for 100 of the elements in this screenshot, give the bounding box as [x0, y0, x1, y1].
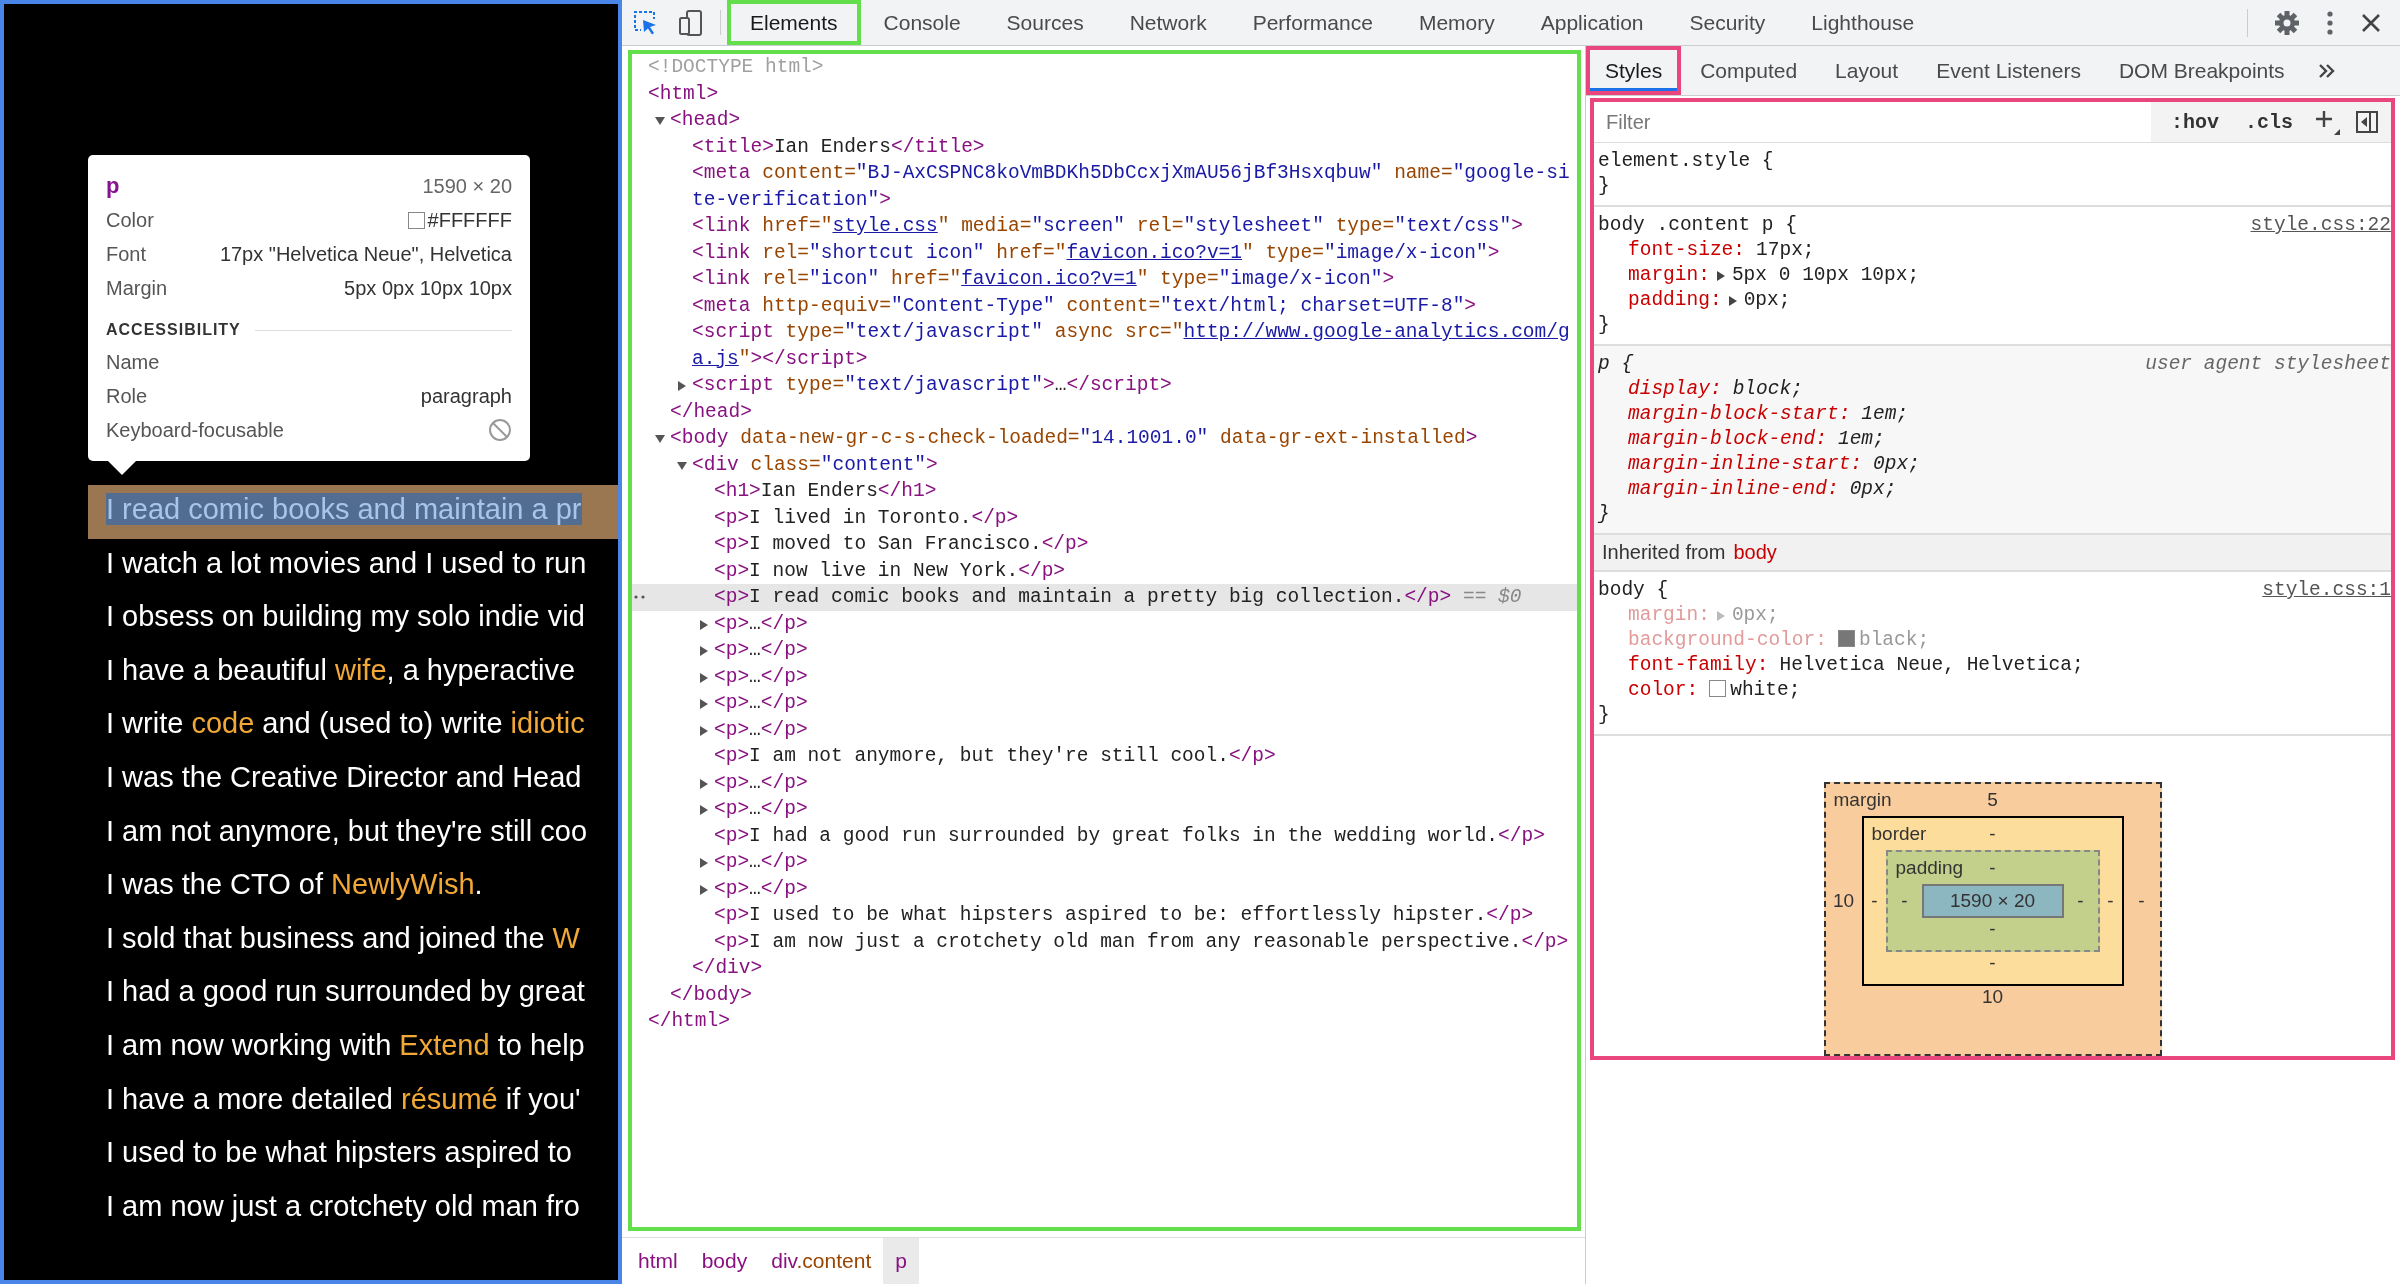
link[interactable]: W [552, 921, 580, 954]
panel-tab[interactable]: Elements [727, 0, 861, 45]
link[interactable]: résumé [401, 1082, 498, 1115]
property-value[interactable]: 1em; [1837, 427, 1885, 452]
panel-tab[interactable]: Security [1666, 0, 1789, 45]
more-options-icon[interactable] [2326, 9, 2334, 36]
chevrons-icon[interactable] [2317, 62, 2336, 79]
link[interactable]: favicon.ico?v=1 [961, 268, 1137, 290]
toggle-button[interactable]: .cls [2239, 110, 2299, 134]
property-name[interactable]: margin-block-start: [1628, 402, 1851, 427]
code-line[interactable]: <meta content="BJ-AxCSPNC8koVmBDKh5DbCcxjXmAU56jBf3Hsxqbuw" name="google-site-verification"> [692, 160, 1575, 213]
code-line[interactable]: <html> [648, 80, 719, 107]
panel-tab[interactable]: Network [1106, 0, 1230, 45]
expand-arrow-icon[interactable] [698, 645, 710, 657]
code-line[interactable]: <p>I now live in New York.</p> [714, 557, 1066, 584]
property-value[interactable]: Helvetica Neue, Helvetica; [1779, 653, 2084, 678]
link[interactable]: Extend [399, 1028, 490, 1061]
breadcrumb[interactable]: p [883, 1238, 919, 1284]
property-name[interactable]: margin: [1628, 263, 1710, 288]
breadcrumb[interactable]: html [626, 1238, 690, 1284]
code-line[interactable]: <p>…</p> [714, 875, 808, 902]
sidebar-tab[interactable]: Computed [1681, 46, 1817, 95]
property-value[interactable]: white; [1709, 678, 1801, 703]
expand-arrow-icon[interactable] [676, 380, 688, 392]
dots-icon[interactable] [634, 595, 646, 599]
property-value[interactable]: block; [1732, 377, 1803, 402]
sidebar-tab[interactable]: Event Listeners [1917, 46, 2100, 95]
sidebar-tab[interactable]: Layout [1816, 46, 1918, 95]
property-name[interactable]: margin-inline-end: [1628, 477, 1839, 502]
panel-tab[interactable]: Performance [1229, 0, 1396, 45]
expand-arrow-icon[interactable] [676, 459, 688, 472]
property-value[interactable]: 17px; [1756, 238, 1815, 263]
property-name[interactable]: font-family: [1628, 653, 1769, 678]
link[interactable]: wife [334, 653, 387, 686]
property-name[interactable]: margin-inline-start: [1628, 452, 1863, 477]
panel-tab[interactable]: Application [1517, 0, 1667, 45]
link[interactable]: favicon.ico?v=1 [1066, 241, 1242, 264]
expand-arrow-icon[interactable] [654, 433, 666, 445]
code-line[interactable]: <link rel="shortcut icon" href="favicon.ico?v=1" type="image/x-icon"> [692, 239, 1500, 266]
code-line[interactable]: <meta http-equiv="Content-Type" content="text/html; charset=UTF-8"> [692, 292, 1477, 319]
sidebar-toggle-icon[interactable] [2355, 110, 2379, 134]
panel-tab[interactable]: Lighthouse [1788, 0, 1938, 45]
expand-arrow-icon[interactable] [1715, 269, 1726, 282]
property-name[interactable]: font-size: [1628, 238, 1746, 263]
code-line[interactable]: </div> [692, 955, 763, 982]
code-line[interactable]: <p>…</p> [714, 637, 808, 664]
settings-icon[interactable] [2274, 9, 2300, 36]
code-line[interactable]: <p>I am not anymore, but they're still cool.</p> [714, 743, 1276, 770]
code-line[interactable]: <p>…</p> [714, 690, 808, 717]
breadcrumb[interactable]: div.content [759, 1238, 884, 1284]
code-line[interactable]: <link rel="icon" href="favicon.ico?v=1" type="image/x-icon"> [692, 266, 1395, 293]
device-toggle-icon[interactable] [678, 8, 704, 37]
code-line[interactable]: </head> [670, 398, 752, 425]
inspect-icon[interactable] [632, 9, 658, 36]
element-link[interactable]: body [1733, 541, 1777, 564]
code-line[interactable]: <script type="text/javascript">…</script> [692, 372, 1172, 399]
link[interactable]: a.js [692, 347, 739, 370]
code-line[interactable]: <p>I had a good run surrounded by great folks in the wedding world.</p> [714, 822, 1545, 849]
code-line[interactable]: <p>I used to be what hipsters aspired to be: effortlessly hipster.</p> [714, 902, 1534, 929]
panel-tab[interactable]: Memory [1395, 0, 1518, 45]
breadcrumb[interactable]: body [689, 1238, 760, 1284]
code-line[interactable]: <h1>Ian Enders</h1> [714, 478, 937, 505]
expand-arrow-icon[interactable] [698, 857, 710, 869]
panel-tab[interactable]: Console [860, 0, 984, 45]
link[interactable]: style.css [832, 215, 938, 237]
code-line[interactable]: <p>I moved to San Francisco.</p> [714, 531, 1089, 558]
property-value[interactable]: 0px; [1873, 452, 1920, 477]
expand-arrow-icon[interactable] [698, 777, 710, 790]
sidebar-tab[interactable]: DOM Breakpoints [2099, 46, 2304, 95]
expand-arrow-icon[interactable] [698, 671, 710, 684]
code-line[interactable]: <p>…</p> [714, 663, 808, 690]
code-line[interactable]: <p>I am now just a crotchety old man from any reasonable perspective.</p> [714, 928, 1569, 955]
expand-arrow-icon[interactable] [698, 618, 710, 631]
property-name[interactable]: color: [1628, 678, 1699, 703]
code-line[interactable]: <p>…</p> [714, 716, 808, 743]
property-value[interactable]: 5px 0 10px 10px; [1731, 263, 1920, 288]
code-line[interactable]: <body data-new-gr-c-s-check-loaded="14.1001.0" data-gr-ext-installed> [670, 425, 1478, 452]
code-line[interactable]: </html> [648, 1008, 730, 1035]
code-line[interactable]: <link href="style.css" media="screen" rel="stylesheet" type="text/css"> [692, 213, 1523, 240]
expand-arrow-icon[interactable] [654, 115, 666, 127]
source-link[interactable]: style.css:22 [2250, 213, 2391, 238]
property-value[interactable]: 0px; [1849, 477, 1897, 502]
link[interactable]: idiotic [510, 707, 585, 740]
code-line[interactable]: <p>I lived in Toronto.</p> [714, 504, 1019, 531]
close-icon[interactable] [2360, 11, 2382, 34]
expand-arrow-icon[interactable] [698, 698, 710, 710]
toggle-button[interactable]: :hov [2164, 110, 2225, 134]
code-line[interactable]: <p>…</p> [714, 796, 808, 823]
link[interactable]: http://www.google-analytics.com/g [1183, 321, 1570, 343]
code-line[interactable]: <p>…</p> [714, 610, 808, 637]
code-line[interactable]: <script type="text/javascript" async src="http://www.google-analytics.com/g a.js"></script> [692, 319, 1575, 372]
property-name[interactable]: padding: [1628, 288, 1722, 313]
property-name[interactable]: display: [1628, 377, 1722, 402]
code-line[interactable]: </body> [670, 981, 752, 1008]
code-line[interactable]: <title>Ian Enders</title> [692, 133, 985, 160]
property-name[interactable]: margin-block-end: [1628, 427, 1827, 452]
code-line[interactable]: <p>…</p> [714, 769, 808, 796]
source-link[interactable]: style.css:1 [2262, 578, 2391, 603]
property-value[interactable]: 0px; [1743, 288, 1791, 313]
link[interactable]: NewlyWish [331, 868, 475, 901]
